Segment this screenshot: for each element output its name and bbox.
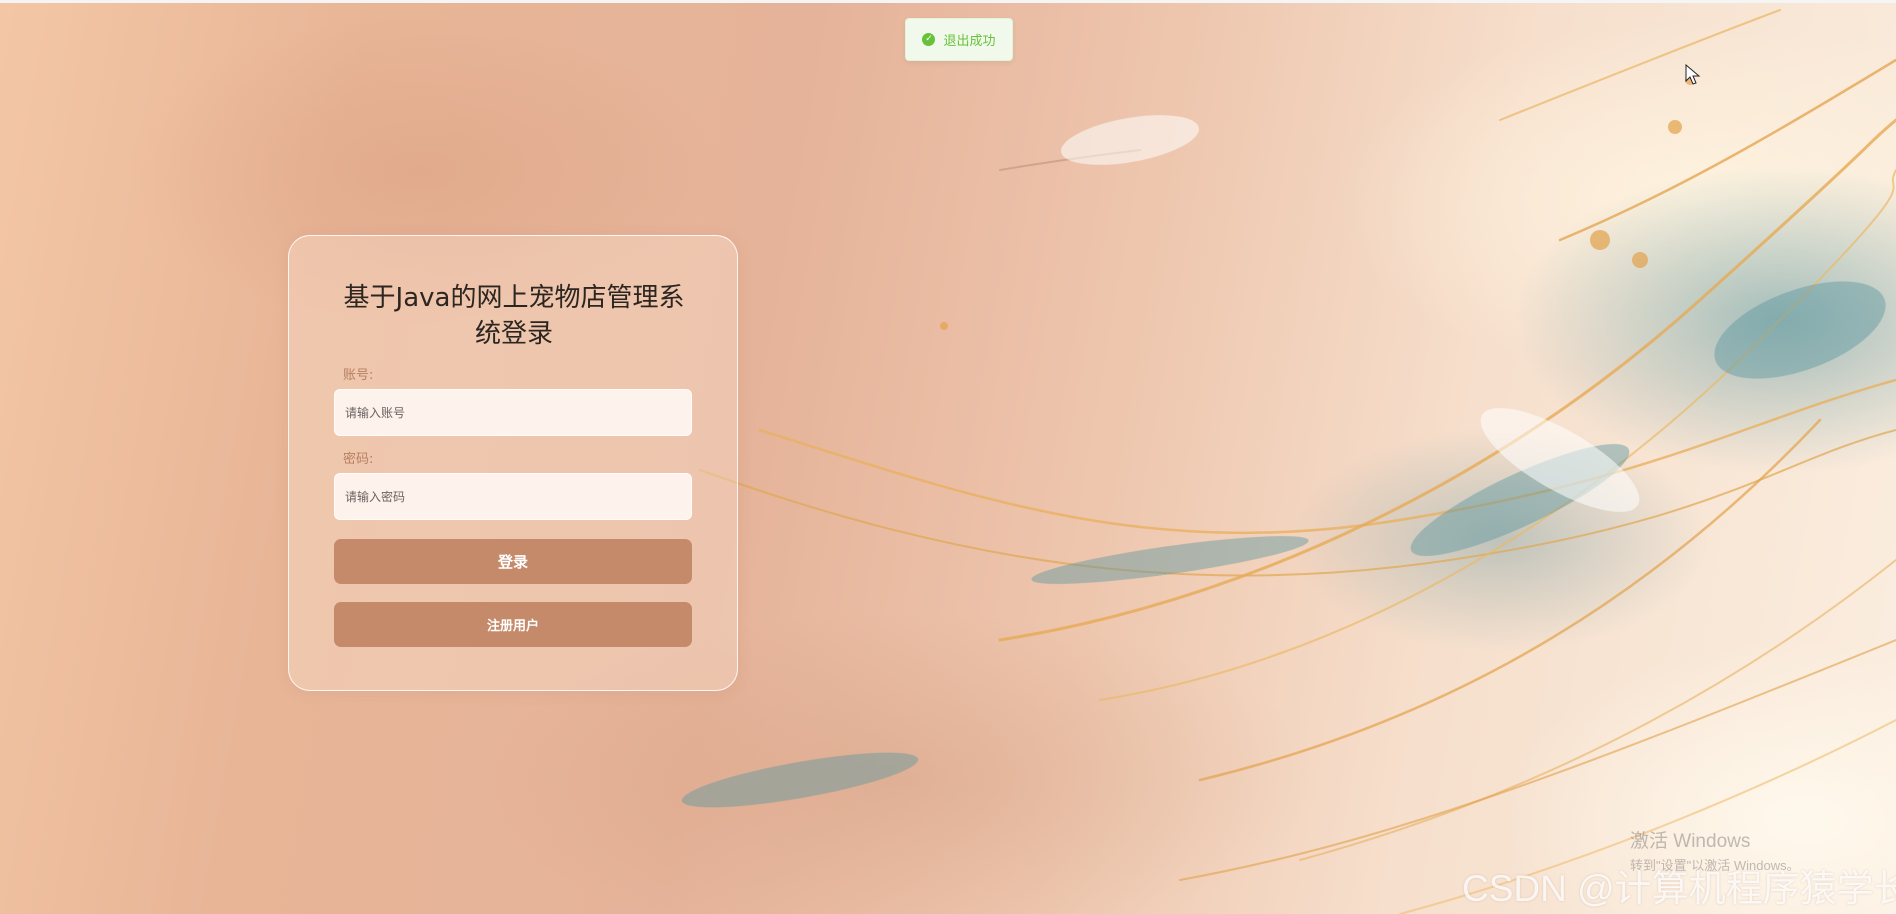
login-button[interactable]: 登录: [334, 539, 692, 584]
browser-top-strip: [0, 0, 1896, 3]
password-input[interactable]: [334, 473, 692, 520]
toast-message: 退出成功: [943, 34, 996, 49]
login-page: ✓ 退出成功 基于Java的网上宠物店管理系统登录 账号: 密码: 登录 注册用…: [0, 0, 1896, 914]
background-artwork: [681, 9, 1896, 914]
csdn-watermark: CSDN @计算机程序猿学长: [1462, 868, 1896, 909]
check-circle-icon: ✓: [922, 33, 936, 46]
account-input[interactable]: [334, 389, 692, 436]
password-label: 密码:: [343, 452, 374, 467]
login-title: 基于Java的网上宠物店管理系统登录: [343, 283, 685, 349]
logout-success-toast: ✓ 退出成功: [905, 18, 1013, 61]
account-label: 账号:: [343, 368, 374, 383]
login-card: 基于Java的网上宠物店管理系统登录 账号: 密码: 登录 注册用户: [288, 235, 738, 691]
mouse-cursor-icon: [1685, 64, 1701, 85]
activation-title: 激活 Windows: [1630, 831, 1751, 852]
register-button[interactable]: 注册用户: [334, 602, 692, 647]
